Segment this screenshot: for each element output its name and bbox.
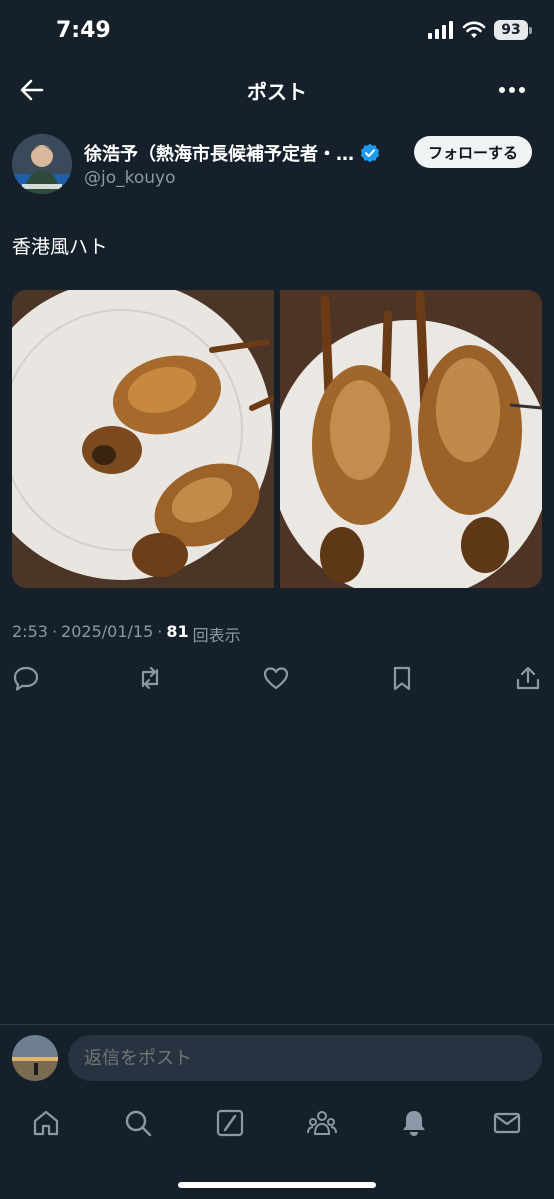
home-indicator bbox=[178, 1182, 376, 1188]
view-count: 81 bbox=[166, 622, 189, 641]
reply-input[interactable] bbox=[68, 1035, 542, 1081]
tweet-media bbox=[12, 290, 542, 588]
meta-separator: · bbox=[157, 622, 163, 641]
share-icon[interactable] bbox=[514, 664, 542, 692]
tweet-date[interactable]: 2025/01/15 bbox=[61, 622, 153, 646]
reply-bar bbox=[0, 1024, 554, 1090]
author-handle[interactable]: @jo_kouyo bbox=[84, 168, 176, 188]
notifications-icon[interactable] bbox=[399, 1108, 429, 1138]
name-row: 徐浩予（熱海市長候補予定者・… bbox=[84, 140, 404, 166]
status-bar: 7:49 93 bbox=[0, 0, 554, 64]
battery-indicator: 93 bbox=[494, 20, 532, 40]
communities-icon[interactable] bbox=[307, 1108, 337, 1138]
reply-icon[interactable] bbox=[12, 664, 40, 692]
wifi-icon bbox=[462, 21, 486, 38]
tweet-text: 香港風ハト bbox=[12, 236, 108, 258]
nav-bar: ポスト bbox=[0, 64, 554, 114]
grok-icon[interactable] bbox=[215, 1108, 245, 1138]
bottom-tab-bar bbox=[0, 1094, 554, 1154]
status-time: 7:49 bbox=[56, 18, 111, 43]
bookmark-icon[interactable] bbox=[388, 664, 416, 692]
tweet-author: 徐浩予（熱海市長候補予定者・… @jo_kouyo フォローする bbox=[12, 134, 542, 196]
verified-badge-icon bbox=[360, 143, 380, 163]
home-icon[interactable] bbox=[31, 1108, 61, 1138]
author-avatar[interactable] bbox=[12, 134, 72, 194]
tweet-time[interactable]: 2:53 bbox=[12, 622, 48, 646]
view-count-label: 回表示 bbox=[192, 626, 241, 645]
photo-2[interactable] bbox=[280, 290, 542, 588]
photo-1[interactable] bbox=[12, 290, 274, 588]
page-title: ポスト bbox=[247, 80, 307, 104]
author-display-name[interactable]: 徐浩予（熱海市長候補予定者・… bbox=[84, 140, 354, 166]
messages-icon[interactable] bbox=[492, 1108, 522, 1138]
follow-button[interactable]: フォローする bbox=[413, 136, 532, 168]
more-options-icon[interactable] bbox=[498, 78, 526, 102]
current-user-avatar[interactable] bbox=[12, 1035, 58, 1081]
tweet-meta: 2:53 · 2025/01/15 · 81 回表示 bbox=[12, 622, 241, 646]
search-icon[interactable] bbox=[123, 1108, 153, 1138]
signal-icon bbox=[428, 21, 453, 39]
meta-separator: · bbox=[51, 622, 58, 641]
back-arrow-icon[interactable] bbox=[18, 76, 46, 104]
status-icons: 93 bbox=[428, 20, 532, 40]
like-icon[interactable] bbox=[262, 664, 290, 692]
tweet-actions bbox=[0, 660, 554, 696]
repost-icon[interactable] bbox=[136, 664, 164, 692]
